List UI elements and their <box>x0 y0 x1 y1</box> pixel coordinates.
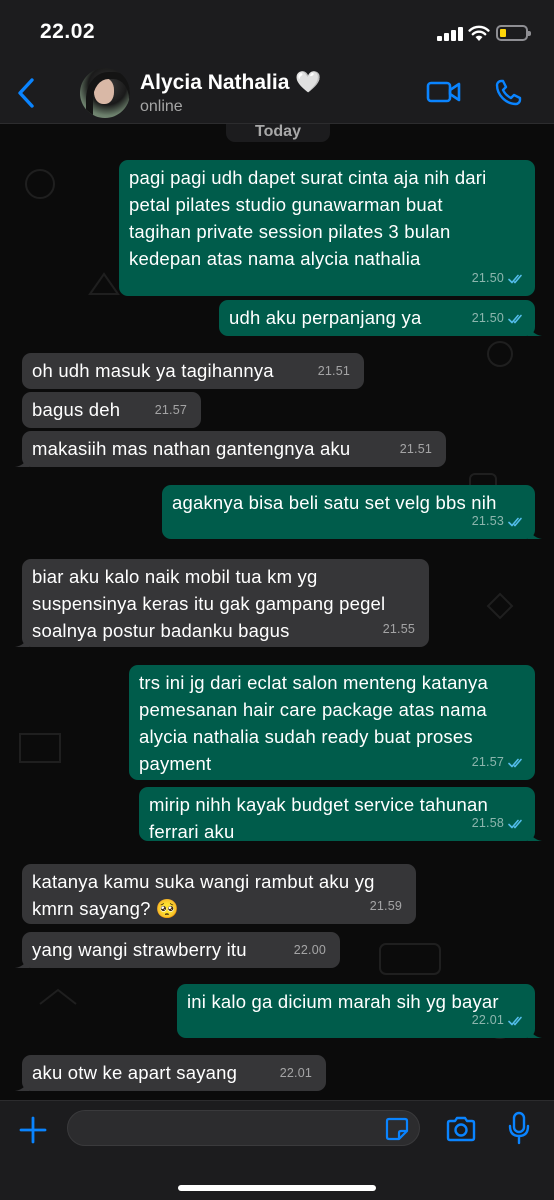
contact-status: online <box>140 98 183 115</box>
avatar[interactable] <box>80 68 130 118</box>
message-meta: 21.51 <box>400 436 432 463</box>
message-meta: 21.58 <box>472 810 525 837</box>
message-meta: 22.01 <box>472 1007 525 1034</box>
bubble-tail <box>528 525 542 539</box>
read-receipt-icon <box>508 1016 525 1026</box>
message-text: biar aku kalo naik mobil tua km yg suspe… <box>32 566 386 641</box>
video-call-icon[interactable] <box>426 80 462 104</box>
input-bar <box>0 1100 554 1200</box>
message-time: 21.57 <box>471 755 504 769</box>
message-meta: 21.50 <box>472 305 525 332</box>
wifi-icon <box>468 25 490 41</box>
message-meta: 21.51 <box>318 358 350 385</box>
contact-name[interactable]: Alycia Nathalia 🤍 <box>140 71 321 95</box>
message-meta: 21.57 <box>155 397 187 424</box>
status-bar: 22.02 <box>0 0 554 62</box>
status-time: 22.02 <box>40 20 96 43</box>
bubble-tail <box>15 1077 29 1091</box>
bubble-tail <box>15 954 29 968</box>
outgoing-message[interactable]: udh aku perpanjang ya 21.50 <box>219 300 542 336</box>
message-input[interactable] <box>67 1110 420 1146</box>
message-meta: 21.57 <box>472 749 525 776</box>
back-chevron-icon[interactable] <box>14 76 38 110</box>
cellular-signal-icon <box>437 27 463 41</box>
chat-header: Alycia Nathalia 🤍 online <box>0 62 554 124</box>
read-receipt-icon <box>508 819 525 829</box>
message-time: 22.00 <box>293 943 326 957</box>
bubble-tail <box>15 633 29 647</box>
message-time: 21.50 <box>471 311 504 325</box>
incoming-message[interactable]: yang wangi strawberry itu 22.00 <box>15 932 340 968</box>
message-meta: 22.01 <box>280 1060 312 1087</box>
camera-icon[interactable] <box>445 1115 477 1143</box>
outgoing-message[interactable]: mirip nihh kayak budget service tahunan … <box>139 787 542 842</box>
outgoing-message[interactable]: pagi pagi udh dapet surat cinta aja nih … <box>119 160 535 296</box>
message-time: 21.51 <box>317 364 350 378</box>
read-receipt-icon <box>508 274 525 284</box>
date-separator: Today <box>226 124 330 142</box>
message-time: 21.51 <box>399 442 432 456</box>
message-time: 21.55 <box>382 622 415 636</box>
message-text: oh udh masuk ya tagihannya <box>32 360 274 381</box>
message-time: 21.59 <box>369 899 402 913</box>
incoming-message[interactable]: katanya kamu suka wangi rambut aku yg km… <box>22 864 416 924</box>
message-time: 21.50 <box>471 271 504 285</box>
incoming-message[interactable]: oh udh masuk ya tagihannya 21.51 <box>22 353 364 389</box>
outgoing-message[interactable]: agaknya bisa beli satu set velg bbs nih 2… <box>162 485 542 539</box>
message-time: 21.53 <box>471 514 504 528</box>
message-time: 22.01 <box>471 1013 504 1027</box>
message-text: pagi pagi udh dapet surat cinta aja nih … <box>129 167 487 269</box>
phone-icon[interactable] <box>494 79 522 107</box>
incoming-message[interactable]: bagus deh 21.57 <box>22 392 201 428</box>
outgoing-message[interactable]: trs ini jg dari eclat salon menteng kata… <box>129 665 535 780</box>
message-time: 22.01 <box>279 1066 312 1080</box>
message-meta: 21.55 <box>383 616 415 643</box>
read-receipt-icon <box>508 758 525 768</box>
incoming-message[interactable]: biar aku kalo naik mobil tua km yg suspe… <box>15 559 429 647</box>
bubble-tail <box>528 322 542 336</box>
home-indicator <box>178 1185 376 1191</box>
bubble-tail <box>528 827 542 841</box>
bubble-tail <box>528 1024 542 1038</box>
microphone-icon[interactable] <box>508 1111 530 1145</box>
message-text: katanya kamu suka wangi rambut aku yg km… <box>32 871 375 919</box>
message-meta: 22.00 <box>294 937 326 964</box>
incoming-message[interactable]: makasiih mas nathan gantengnya aku 21.51 <box>15 431 446 467</box>
plus-icon[interactable] <box>18 1115 48 1145</box>
sticker-icon[interactable] <box>385 1117 409 1141</box>
battery-icon <box>496 25 531 41</box>
chat-area[interactable]: Today pagi pagi udh dapet surat cinta aj… <box>0 124 554 1100</box>
message-meta: 21.59 <box>370 893 402 920</box>
read-receipt-icon <box>508 314 525 324</box>
message-time: 21.57 <box>154 403 187 417</box>
message-text: makasiih mas nathan gantengnya aku <box>32 438 351 459</box>
incoming-message[interactable]: aku otw ke apart sayang 22.01 <box>15 1055 326 1091</box>
message-meta: 21.53 <box>472 508 525 535</box>
outgoing-message[interactable]: ini kalo ga dicium marah sih yg bayar 22.… <box>177 984 542 1038</box>
read-receipt-icon <box>508 517 525 527</box>
message-meta: 21.50 <box>472 265 525 292</box>
message-time: 21.58 <box>471 816 504 830</box>
bubble-tail <box>15 453 29 467</box>
